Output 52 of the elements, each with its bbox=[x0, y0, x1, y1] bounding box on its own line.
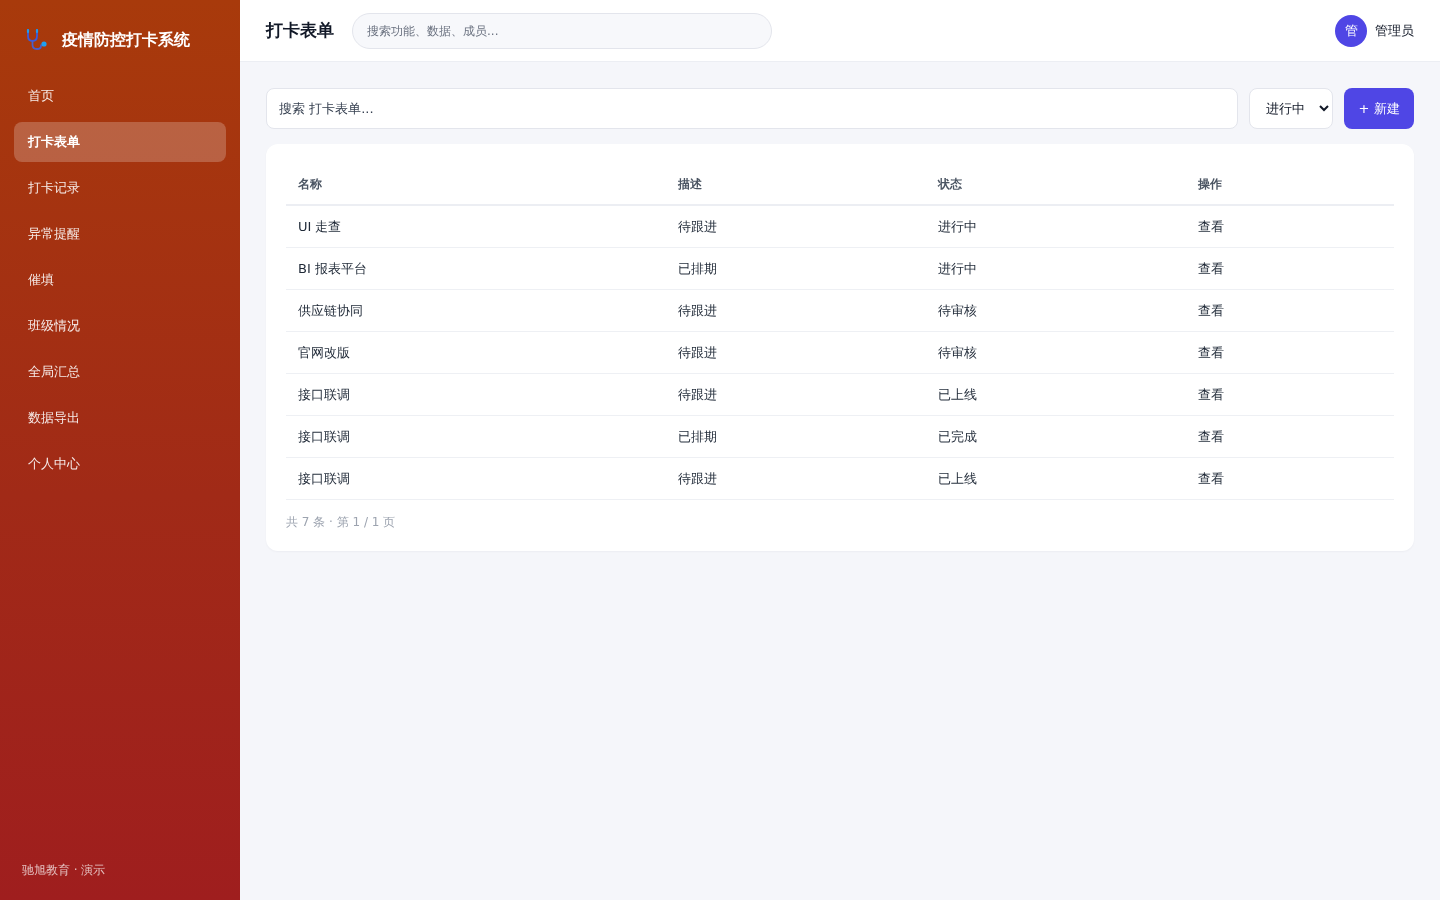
table-cell: 待审核 bbox=[938, 344, 977, 360]
table-cell: UI 走查 bbox=[298, 218, 342, 234]
page-title: 打卡表单 bbox=[266, 19, 334, 42]
search-field[interactable]: 搜索 打卡表单... bbox=[266, 88, 1238, 129]
table-cell: 待跟进 bbox=[678, 344, 717, 360]
new-button[interactable]: + 新建 bbox=[1344, 88, 1414, 129]
view-link[interactable]: 查看 bbox=[1198, 428, 1224, 444]
view-link[interactable]: 查看 bbox=[1198, 260, 1224, 276]
status-select[interactable]: 进行中 bbox=[1249, 88, 1333, 129]
table-cell: 已上线 bbox=[938, 386, 977, 402]
table-cell: 接口联调 bbox=[298, 470, 350, 486]
table-cell: 已排期 bbox=[678, 428, 717, 444]
table-cell: 接口联调 bbox=[298, 386, 350, 402]
table-cell: 接口联调 bbox=[298, 428, 350, 444]
view-link[interactable]: 查看 bbox=[1198, 302, 1224, 318]
table-cell: 待审核 bbox=[938, 302, 977, 318]
table-cell: 已上线 bbox=[938, 470, 977, 486]
sidebar-item[interactable]: 异常提醒 bbox=[14, 214, 226, 254]
table-cell: 供应链协同 bbox=[298, 302, 363, 318]
user-name: 管理员 bbox=[1375, 21, 1414, 40]
view-link[interactable]: 查看 bbox=[1198, 386, 1224, 402]
table-cell: 已排期 bbox=[678, 260, 717, 276]
sidebar-item[interactable]: 打卡表单 bbox=[14, 122, 226, 162]
sidebar-item[interactable]: 打卡记录 bbox=[14, 168, 226, 208]
stethoscope-icon bbox=[24, 28, 50, 52]
sidebar-item[interactable]: 个人中心 bbox=[14, 444, 226, 484]
table-cell: 已完成 bbox=[938, 428, 977, 444]
avatar[interactable]: 管 bbox=[1335, 14, 1367, 47]
sidebar-footer-text: 驰旭教育 · 演示 bbox=[21, 862, 107, 879]
app-title: 疫情防控打卡系统 bbox=[62, 29, 190, 51]
column-header: 操作 bbox=[1198, 176, 1222, 191]
table-cell: BI 报表平台 bbox=[298, 260, 367, 276]
table-cell: 待跟进 bbox=[678, 470, 717, 486]
sidebar-item[interactable]: 全局汇总 bbox=[14, 352, 226, 392]
search-field[interactable]: 搜索功能、数据、成员... bbox=[352, 12, 772, 49]
column-header: 状态 bbox=[938, 176, 962, 191]
pagination-text: 共 7 条 · 第 1 / 1 页 bbox=[286, 514, 397, 531]
sidebar-item[interactable]: 数据导出 bbox=[14, 398, 226, 438]
sidebar-item[interactable]: 催填 bbox=[14, 260, 226, 300]
table-cell: 待跟进 bbox=[678, 302, 717, 318]
column-header: 名称 bbox=[298, 176, 322, 191]
sidebar-item[interactable]: 班级情况 bbox=[14, 306, 226, 346]
view-link[interactable]: 查看 bbox=[1198, 344, 1224, 360]
view-link[interactable]: 查看 bbox=[1198, 218, 1224, 234]
sidebar-item[interactable]: 首页 bbox=[14, 76, 226, 116]
column-header: 描述 bbox=[678, 176, 702, 191]
view-link[interactable]: 查看 bbox=[1198, 470, 1224, 486]
table-cell: 待跟进 bbox=[678, 218, 717, 234]
table-cell: 官网改版 bbox=[298, 344, 350, 360]
table-cell: 进行中 bbox=[938, 260, 977, 276]
table-cell: 进行中 bbox=[938, 218, 977, 234]
table-cell: 待跟进 bbox=[678, 386, 717, 402]
